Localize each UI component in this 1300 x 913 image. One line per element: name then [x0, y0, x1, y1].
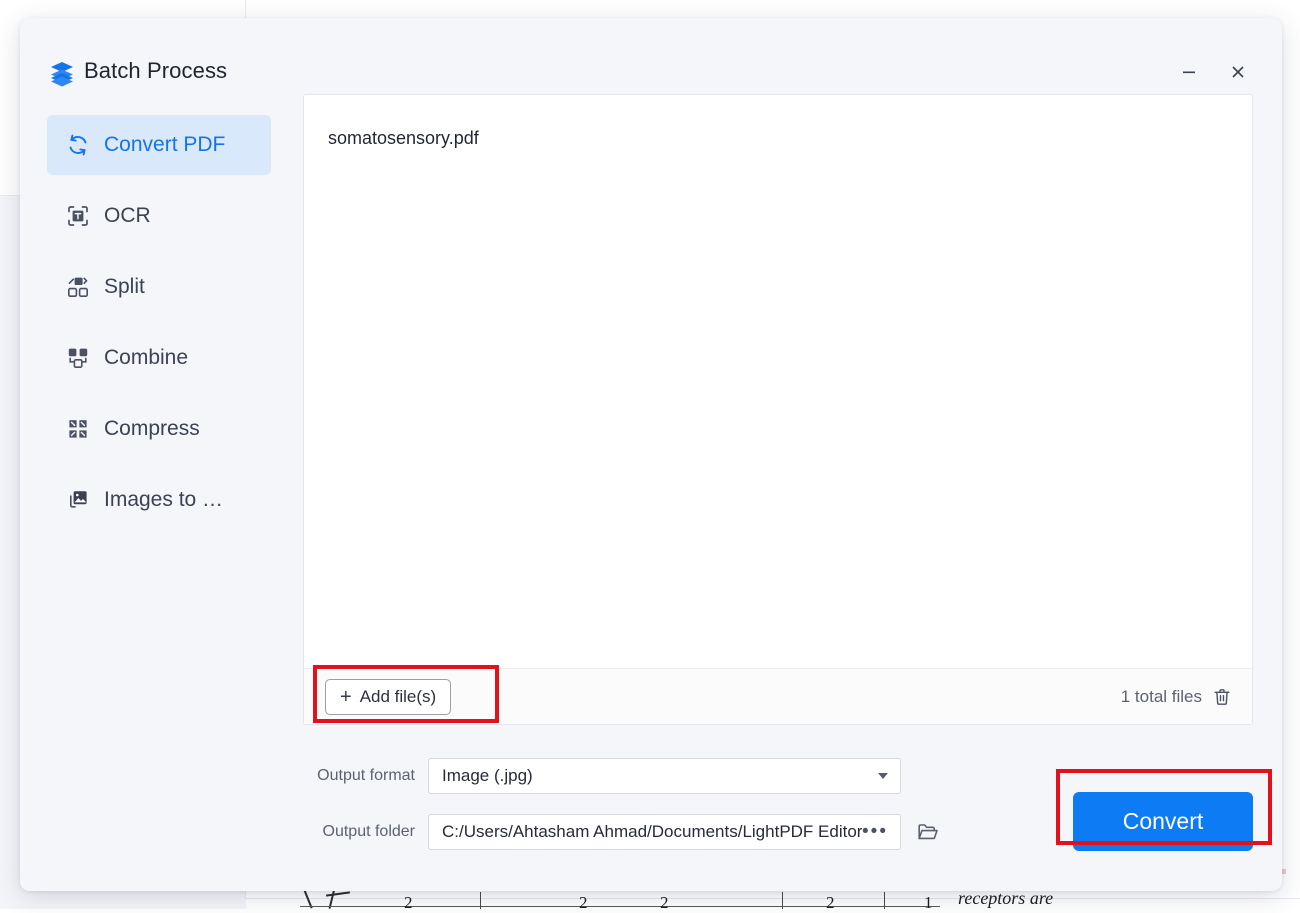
file-footer-right: 1 total files: [1121, 669, 1232, 725]
output-folder-value: C:/Users/Ahtasham Ahmad/Documents/LightP…: [442, 822, 862, 842]
background-table-divider-2: [782, 892, 783, 909]
file-list[interactable]: somatosensory.pdf: [304, 95, 1252, 668]
background-digit: 1: [924, 893, 933, 913]
output-format-row: Output format Image (.jpg): [303, 758, 901, 794]
sidebar-item-label: Combine: [104, 346, 188, 370]
sidebar-item-split[interactable]: Split: [47, 257, 271, 317]
images-to-pdf-icon: [64, 486, 92, 514]
output-format-select[interactable]: Image (.jpg): [428, 758, 901, 794]
background-table-divider-3: [884, 892, 885, 909]
add-files-button[interactable]: + Add file(s): [325, 679, 451, 715]
output-folder-row: Output folder C:/Users/Ahtasham Ahmad/Do…: [303, 814, 941, 850]
sidebar-item-label: OCR: [104, 204, 151, 228]
minimize-button[interactable]: [1172, 56, 1206, 88]
ellipsis-icon[interactable]: •••: [862, 827, 888, 837]
output-folder-label: Output folder: [303, 823, 415, 841]
ocr-text-scan-icon: [64, 202, 92, 230]
background-table-divider-1: [480, 892, 481, 909]
background-digit: 2: [826, 893, 835, 913]
batch-process-dialog: Batch Process Convert PDF: [20, 18, 1282, 891]
sidebar-item-images-to-pdf[interactable]: Images to …: [47, 470, 271, 530]
close-icon: [1230, 64, 1246, 80]
output-folder-field[interactable]: C:/Users/Ahtasham Ahmad/Documents/LightP…: [428, 814, 901, 850]
trash-icon: [1212, 687, 1232, 707]
split-icon: [64, 273, 92, 301]
background-digit: 2: [579, 893, 588, 913]
output-format-value: Image (.jpg): [442, 766, 533, 786]
compress-icon: [64, 415, 92, 443]
sidebar-item-label: Split: [104, 275, 145, 299]
file-list-item[interactable]: somatosensory.pdf: [328, 128, 479, 149]
dialog-sidebar: Convert PDF OCR: [20, 94, 303, 891]
sidebar-item-convert-pdf[interactable]: Convert PDF: [47, 115, 271, 175]
background-digit: 2: [660, 893, 669, 913]
file-list-footer: + Add file(s) 1 total files: [304, 668, 1252, 724]
sidebar-item-label: Compress: [104, 417, 200, 441]
background-table-rule: [300, 906, 940, 907]
sidebar-item-ocr[interactable]: OCR: [47, 186, 271, 246]
convert-button[interactable]: Convert: [1073, 792, 1253, 851]
sidebar-item-label: Convert PDF: [104, 133, 225, 157]
sidebar-item-compress[interactable]: Compress: [47, 399, 271, 459]
total-files-label: 1 total files: [1121, 687, 1202, 707]
chevron-down-icon: [878, 773, 888, 779]
delete-all-button[interactable]: [1212, 687, 1232, 707]
file-list-panel: somatosensory.pdf + Add file(s) 1 total …: [303, 94, 1253, 725]
browse-folder-button[interactable]: [915, 819, 941, 845]
output-format-label: Output format: [303, 767, 415, 785]
combine-icon: [64, 344, 92, 372]
sidebar-item-label: Images to …: [104, 488, 223, 512]
layers-stack-icon: [48, 59, 76, 87]
close-button[interactable]: [1221, 56, 1255, 88]
folder-open-icon: [916, 820, 940, 844]
add-files-label: Add file(s): [360, 687, 437, 707]
dialog-titlebar[interactable]: Batch Process: [20, 18, 1282, 94]
dialog-title: Batch Process: [84, 58, 227, 84]
plus-icon: +: [340, 687, 352, 707]
sidebar-item-combine[interactable]: Combine: [47, 328, 271, 388]
convert-refresh-icon: [64, 131, 92, 159]
background-digit: 2: [404, 893, 413, 913]
minimize-icon: [1181, 64, 1197, 80]
background-document-text: receptors are: [958, 888, 1053, 909]
